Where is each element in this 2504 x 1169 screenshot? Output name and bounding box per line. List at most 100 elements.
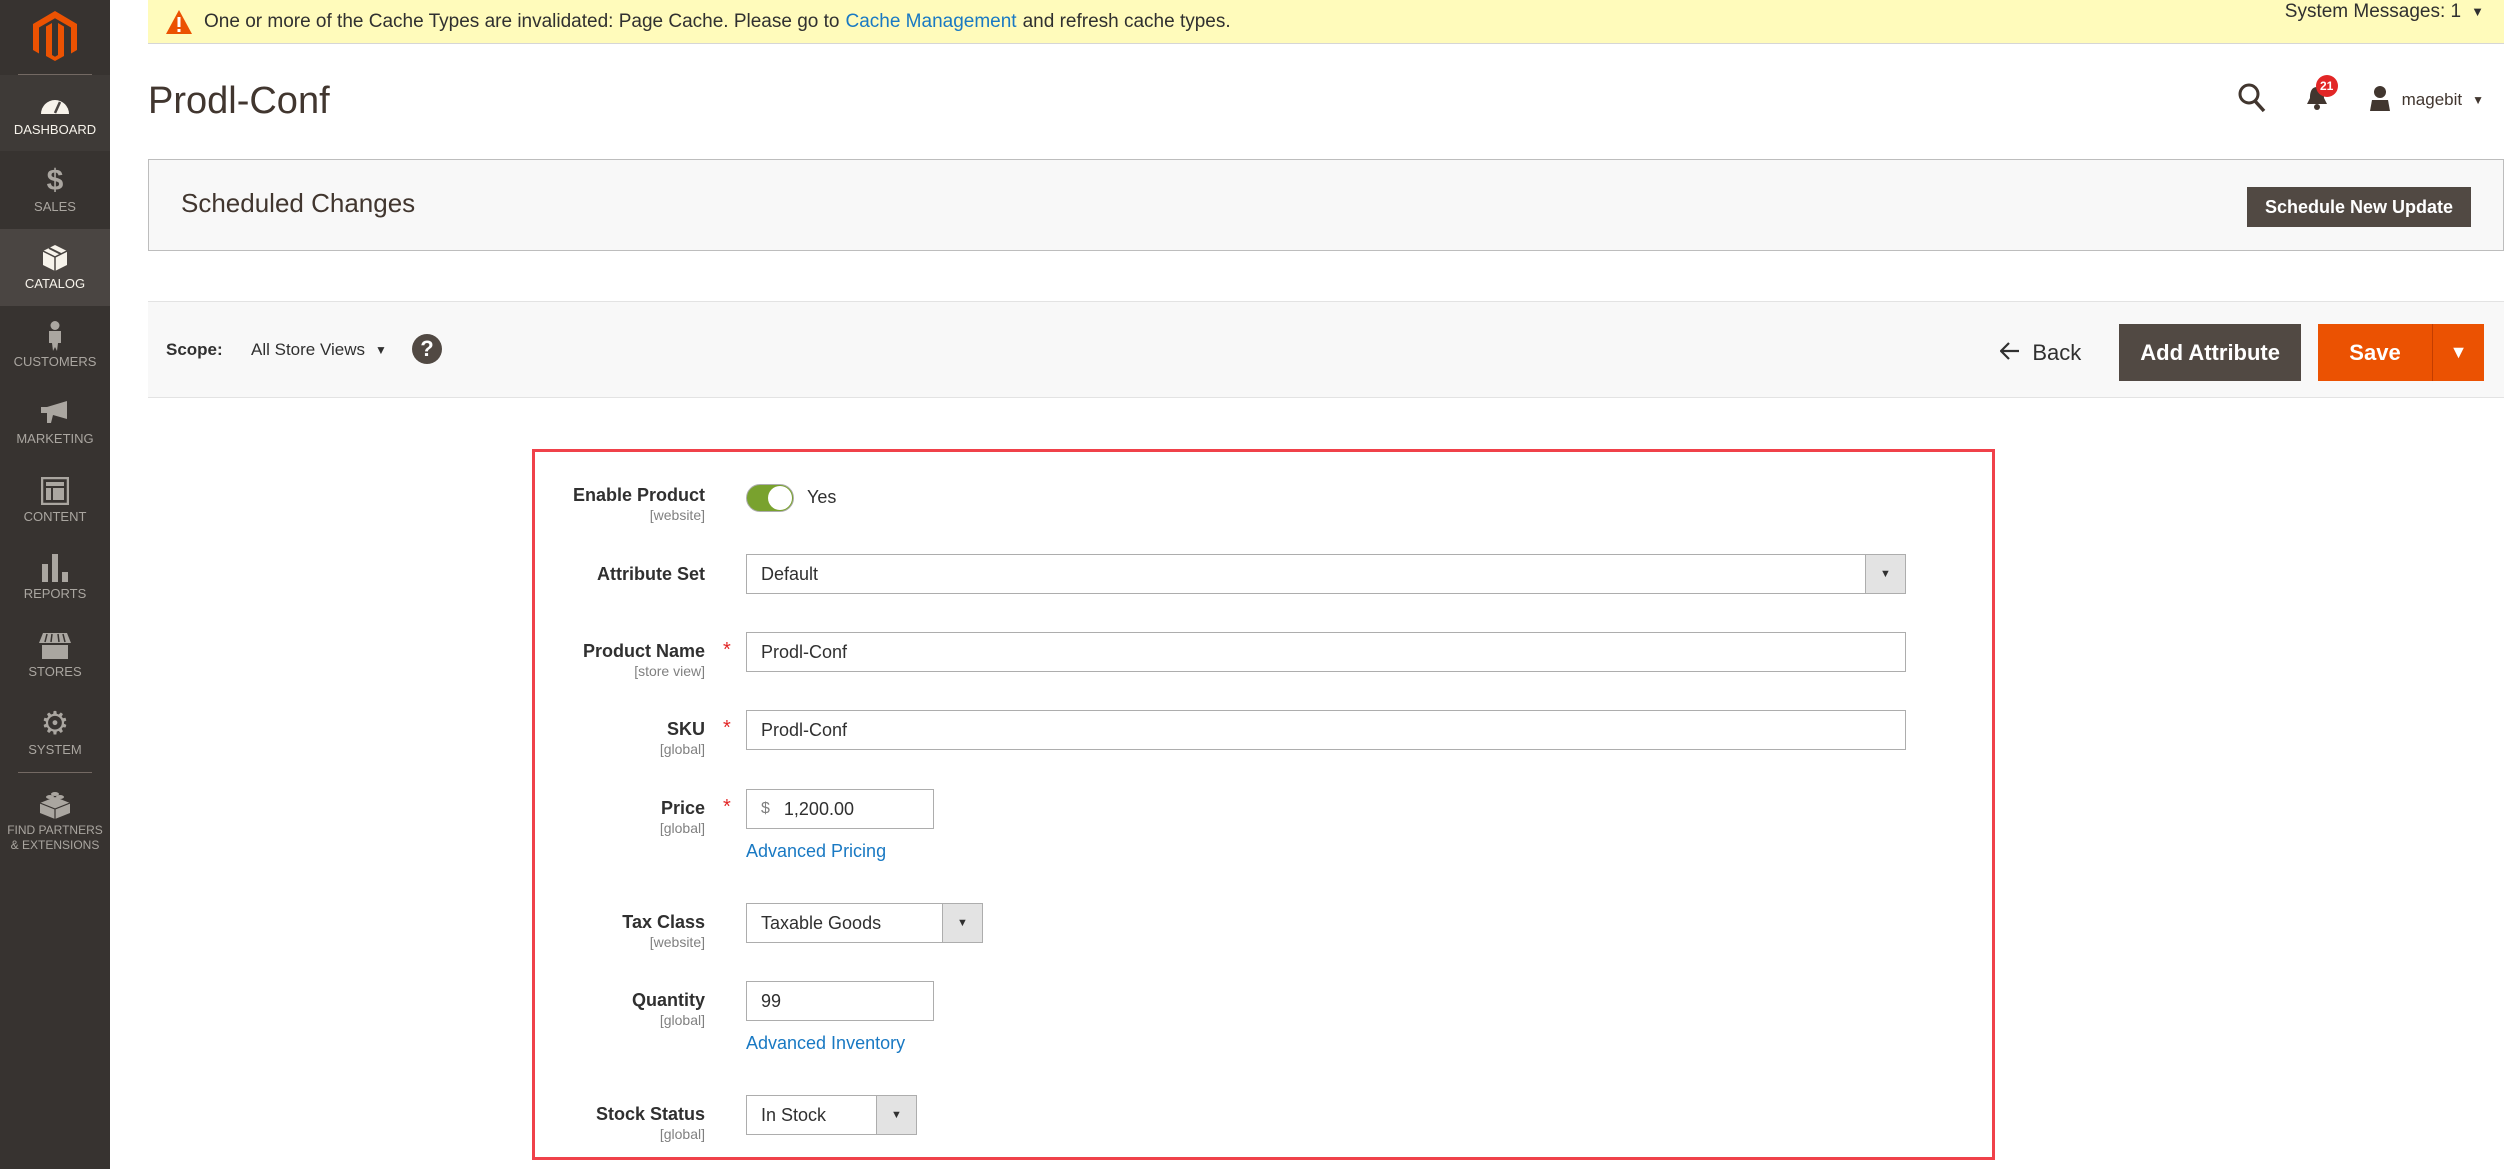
sidebar-item-system[interactable]: ⚙ SYSTEM xyxy=(0,694,110,772)
sidebar-item-label: CATALOG xyxy=(24,276,86,291)
chevron-down-icon: ▼ xyxy=(2472,93,2484,107)
sidebar-item-stores[interactable]: STORES xyxy=(0,616,110,694)
gear-icon: ⚙ xyxy=(40,705,70,741)
product-form-highlighted: Enable Product [website] Yes Attribute S… xyxy=(532,449,1995,1160)
arrow-left-icon xyxy=(1999,340,2020,366)
megaphone-icon xyxy=(41,399,69,427)
price-input[interactable]: $ 1,200.00 xyxy=(746,789,934,829)
chevron-down-icon: ▼ xyxy=(876,1096,916,1134)
scope-hint: [global] xyxy=(659,1126,705,1142)
attribute-set-label: Attribute Set xyxy=(597,564,705,584)
sidebar-item-marketing[interactable]: MARKETING xyxy=(0,384,110,461)
sku-label: SKU [global] xyxy=(660,719,705,757)
lego-brick-icon xyxy=(40,791,70,819)
store-view-value: All Store Views xyxy=(251,340,366,359)
quantity-label: Quantity [global] xyxy=(632,990,705,1028)
system-messages-toggle[interactable]: System Messages: 1 ▼ xyxy=(2285,0,2484,24)
magento-logo-icon xyxy=(33,11,77,61)
sidebar-item-label: MARKETING xyxy=(16,431,94,446)
sidebar-item-customers[interactable]: CUSTOMERS xyxy=(0,306,110,384)
enable-product-toggle[interactable] xyxy=(746,484,794,512)
header-actions: 21 magebit ▼ xyxy=(2238,74,2484,120)
scope-hint: [global] xyxy=(659,820,705,836)
toggle-knob xyxy=(768,486,792,510)
tax-class-value: Taxable Goods xyxy=(761,912,882,933)
scope-label: Scope: xyxy=(166,340,223,359)
required-marker: * xyxy=(723,796,731,818)
sidebar-item-label: FIND PARTNERS & EXTENSIONS xyxy=(7,823,103,852)
chevron-down-icon: ▼ xyxy=(1865,555,1905,593)
scope-toolbar: Scope: All Store Views ▼ ? Back Add Attr… xyxy=(148,301,2504,398)
store-icon xyxy=(39,632,71,660)
system-messages-label: System Messages: 1 xyxy=(2284,1,2462,22)
label-text: SKU xyxy=(666,719,705,739)
scheduled-changes-panel: Scheduled Changes Schedule New Update xyxy=(148,159,2504,251)
notice-text-after: and refresh cache types. xyxy=(1022,10,1231,32)
save-options-toggle[interactable]: ▼ xyxy=(2432,324,2484,381)
tax-class-select[interactable]: Taxable Goods ▼ xyxy=(746,903,983,943)
search-icon[interactable] xyxy=(2238,83,2266,118)
currency-symbol: $ xyxy=(761,800,770,817)
quantity-input[interactable]: 99 xyxy=(746,981,934,1021)
product-name-label: Product Name [store view] xyxy=(583,641,705,679)
scope-hint: [global] xyxy=(659,1012,705,1028)
notice-text: One or more of the Cache Types are inval… xyxy=(204,10,840,32)
scheduled-changes-title: Scheduled Changes xyxy=(181,188,416,218)
stock-status-select[interactable]: In Stock ▼ xyxy=(746,1095,917,1135)
product-name-input[interactable]: Prodl-Conf xyxy=(746,632,1906,672)
sidebar-divider xyxy=(18,772,92,773)
sidebar-item-catalog[interactable]: CATALOG xyxy=(0,229,110,306)
save-split-button: Save ▼ xyxy=(2318,324,2484,381)
sidebar-item-sales[interactable]: $ SALES xyxy=(0,151,110,229)
user-menu[interactable]: magebit ▼ xyxy=(2368,85,2484,116)
sidebar-item-label: REPORTS xyxy=(23,586,87,601)
schedule-new-update-button[interactable]: Schedule New Update xyxy=(2246,187,2471,227)
add-attribute-button[interactable]: Add Attribute xyxy=(2119,324,2301,381)
bar-chart-icon xyxy=(42,554,68,582)
username: magebit xyxy=(2401,90,2463,109)
chevron-down-icon: ▼ xyxy=(942,904,982,942)
sidebar-item-content[interactable]: CONTENT xyxy=(0,461,110,539)
label-text: Tax Class xyxy=(622,912,705,932)
admin-sidebar: DASHBOARD $ SALES CATALOG CUSTOMERS MARK… xyxy=(0,0,110,1169)
bell-icon xyxy=(2306,86,2328,115)
advanced-inventory-link[interactable]: Advanced Inventory xyxy=(746,1033,905,1054)
magento-logo[interactable] xyxy=(0,0,110,74)
notifications-button[interactable]: 21 xyxy=(2306,74,2338,116)
label-text: Price xyxy=(660,798,705,818)
user-icon xyxy=(2368,85,2392,116)
sidebar-item-reports[interactable]: REPORTS xyxy=(0,539,110,616)
stock-status-value: In Stock xyxy=(761,1104,827,1125)
price-value: 1,200.00 xyxy=(783,798,854,819)
attribute-set-select[interactable]: Default ▼ xyxy=(746,554,1906,594)
person-icon xyxy=(47,320,63,351)
store-view-switcher[interactable]: All Store Views ▼ xyxy=(251,340,387,360)
scope-hint: [website] xyxy=(649,507,705,523)
back-button[interactable]: Back xyxy=(1999,340,2081,366)
sku-input[interactable]: Prodl-Conf xyxy=(746,710,1906,750)
layout-icon xyxy=(41,476,69,505)
cache-management-link[interactable]: Cache Management xyxy=(845,11,1016,33)
required-marker: * xyxy=(723,717,731,739)
help-icon[interactable]: ? xyxy=(412,334,442,364)
save-button[interactable]: Save xyxy=(2318,324,2432,381)
advanced-pricing-link[interactable]: Advanced Pricing xyxy=(746,841,886,862)
label-text: Enable Product xyxy=(572,485,705,505)
sidebar-item-label: SALES xyxy=(34,198,76,214)
stock-status-label: Stock Status [global] xyxy=(596,1104,705,1142)
chevron-down-icon: ▼ xyxy=(2449,342,2468,362)
scope-hint: [store view] xyxy=(634,663,705,679)
quantity-value: 99 xyxy=(761,990,782,1011)
page-title: Prodl-Conf xyxy=(148,80,330,122)
notification-count-badge: 21 xyxy=(2315,74,2338,97)
scope-hint: [website] xyxy=(649,934,705,950)
product-name-value: Prodl-Conf xyxy=(761,641,848,662)
scope-hint: [global] xyxy=(659,741,705,757)
sidebar-item-find-partners[interactable]: FIND PARTNERS & EXTENSIONS xyxy=(0,776,110,868)
label-text: Product Name xyxy=(582,641,705,661)
warning-icon xyxy=(166,9,192,34)
sidebar-item-dashboard[interactable]: DASHBOARD xyxy=(0,75,110,151)
page-actions: Back Add Attribute Save ▼ xyxy=(1999,324,2484,381)
dashboard-icon xyxy=(40,90,70,118)
sidebar-item-label: CUSTOMERS xyxy=(13,353,97,369)
